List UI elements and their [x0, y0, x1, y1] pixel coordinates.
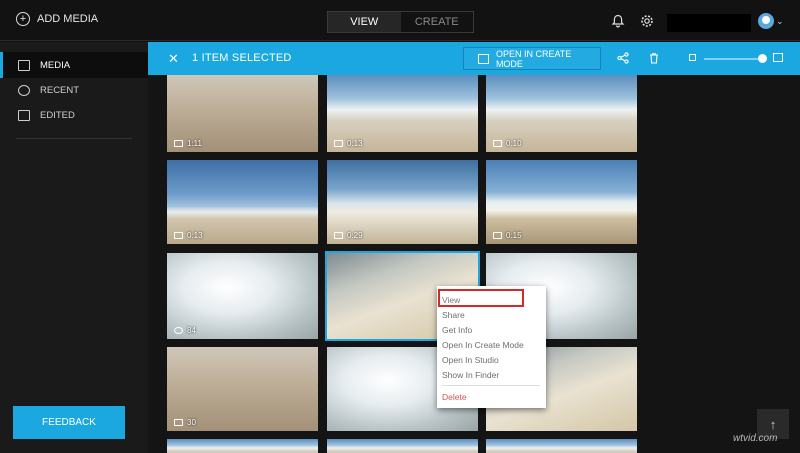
chevron-down-icon[interactable]: ⌄	[776, 16, 784, 27]
thumb-badge: 0:13	[334, 139, 363, 148]
top-bar: + ADD MEDIA VIEW CREATE ⌄	[0, 0, 800, 41]
menu-item-open-in-create-mode[interactable]: Open In Create Mode	[437, 337, 546, 352]
sidebar: MEDIA RECENT EDITED FEEDBACK	[0, 42, 148, 453]
close-icon[interactable]: ✕	[168, 51, 179, 67]
sidebar-item-label: MEDIA	[40, 59, 71, 71]
recent-icon	[18, 84, 30, 96]
sidebar-item-recent[interactable]: RECENT	[0, 77, 148, 103]
clapper-icon	[478, 53, 489, 64]
video-icon	[174, 232, 183, 239]
tab-create[interactable]: CREATE	[401, 12, 474, 32]
menu-item-show-in-finder[interactable]: Show In Finder	[437, 367, 546, 382]
thumb-badge: 0:10	[493, 139, 522, 148]
media-thumbnail[interactable]: 0:13	[327, 75, 478, 152]
thumb-badge: 0:13	[174, 231, 203, 240]
media-thumbnail[interactable]: 0:13	[167, 160, 318, 244]
tab-view[interactable]: VIEW	[328, 12, 401, 32]
view-highlight-box	[438, 289, 524, 307]
media-thumbnail[interactable]	[327, 439, 478, 453]
sidebar-divider	[16, 138, 132, 139]
large-thumb-icon[interactable]	[773, 53, 783, 62]
thumb-badge: 84	[174, 326, 196, 335]
menu-separator	[442, 385, 540, 386]
selection-bar: ✕ 1 ITEM SELECTED OPEN IN CREATE MODE	[148, 42, 800, 75]
trash-icon[interactable]	[648, 52, 660, 64]
gear-icon[interactable]	[640, 14, 654, 28]
media-thumbnail[interactable]: 0:29	[327, 160, 478, 244]
menu-item-get-info[interactable]: Get Info	[437, 322, 546, 337]
media-icon	[18, 59, 30, 71]
share-icon[interactable]	[617, 52, 629, 64]
plus-circle-icon: +	[16, 12, 30, 26]
video-icon	[493, 232, 502, 239]
avatar-icon[interactable]	[758, 13, 774, 29]
video-icon	[174, 140, 183, 147]
open-create-label: OPEN IN CREATE MODE	[495, 48, 572, 69]
thumb-badge: 0:29	[334, 231, 363, 240]
burst-icon	[174, 419, 183, 426]
mode-switch: VIEW CREATE	[327, 11, 474, 33]
media-thumbnail[interactable]: 0:10	[486, 75, 637, 152]
watermark: wtvid.com	[733, 433, 778, 444]
menu-item-share[interactable]: Share	[437, 307, 546, 322]
media-thumbnail[interactable]: 30	[167, 347, 318, 431]
selection-count: 1 ITEM SELECTED	[192, 52, 292, 64]
menu-item-delete[interactable]: Delete	[437, 389, 546, 404]
search-input[interactable]	[667, 14, 751, 32]
small-thumb-icon[interactable]	[689, 54, 696, 61]
media-thumbnail[interactable]: 0:15	[486, 160, 637, 244]
video-icon	[493, 140, 502, 147]
video-icon	[334, 232, 343, 239]
add-media-label: ADD MEDIA	[37, 13, 99, 25]
bell-icon[interactable]	[611, 14, 625, 28]
sidebar-item-edited[interactable]: EDITED	[0, 102, 148, 128]
media-thumbnail[interactable]	[167, 439, 318, 453]
sidebar-item-label: RECENT	[40, 84, 80, 96]
media-thumbnail[interactable]: 1:11	[167, 75, 318, 152]
thumb-badge: 30	[174, 418, 196, 427]
edited-icon	[18, 109, 30, 121]
thumb-badge: 0:15	[493, 231, 522, 240]
zoom-slider[interactable]	[704, 58, 766, 60]
timelapse-icon	[174, 327, 183, 334]
open-in-create-mode-button[interactable]: OPEN IN CREATE MODE	[463, 47, 601, 70]
menu-item-open-in-studio[interactable]: Open In Studio	[437, 352, 546, 367]
sidebar-item-media[interactable]: MEDIA	[0, 52, 148, 78]
media-thumbnail[interactable]: 84	[167, 253, 318, 339]
video-icon	[334, 140, 343, 147]
zoom-slider-handle[interactable]	[758, 54, 767, 63]
media-thumbnail[interactable]	[486, 439, 637, 453]
add-media-button[interactable]: + ADD MEDIA	[16, 12, 98, 26]
feedback-button[interactable]: FEEDBACK	[13, 406, 125, 439]
sidebar-item-label: EDITED	[40, 109, 75, 121]
thumb-badge: 1:11	[174, 139, 202, 148]
